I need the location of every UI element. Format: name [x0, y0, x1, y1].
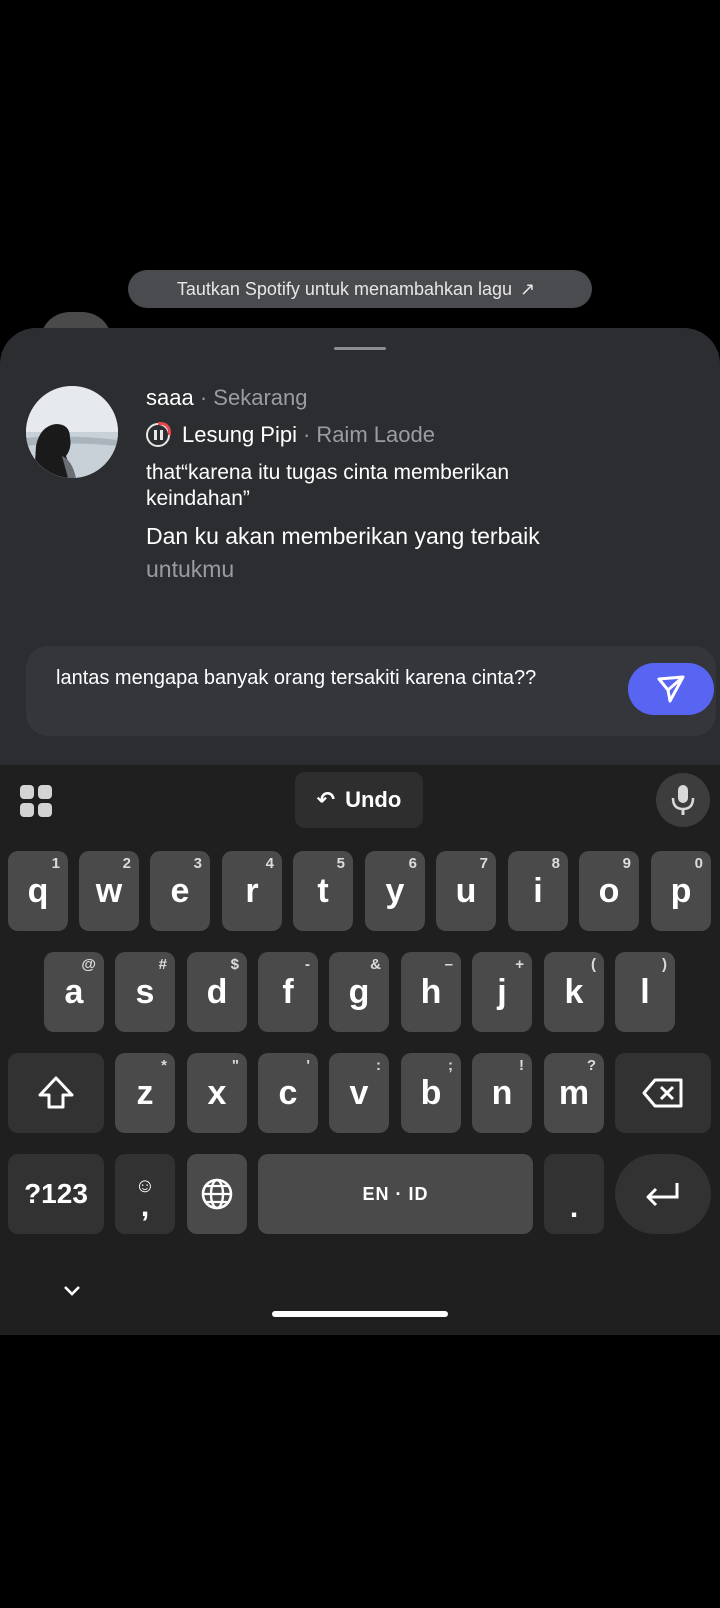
chevron-down-icon[interactable]: [62, 1284, 82, 1298]
link-spotify-label: Tautkan Spotify untuk menambahkan lagu: [176, 278, 513, 299]
sheet-drag-handle[interactable]: [334, 347, 386, 350]
lyric-next-line: untukmu: [146, 556, 235, 582]
separator-dot: ·: [302, 422, 311, 447]
key-i[interactable]: i8: [508, 851, 568, 931]
post-header: saaa · Sekarang: [146, 385, 307, 411]
send-button[interactable]: [628, 663, 714, 715]
key-u[interactable]: u7: [436, 851, 496, 931]
post-message: that“karena itu tugas cinta memberikan k…: [146, 461, 510, 510]
key-a[interactable]: a @: [44, 952, 104, 1032]
home-indicator[interactable]: [272, 1311, 448, 1317]
send-icon: [657, 675, 685, 703]
key-l[interactable]: l): [615, 952, 675, 1032]
key-s[interactable]: s #: [115, 952, 175, 1032]
key-h[interactable]: h –: [401, 952, 461, 1032]
key-w[interactable]: w2: [79, 851, 139, 931]
separator-dot: ·: [199, 385, 208, 410]
reply-input-text[interactable]: lantas mengapa banyak orang tersakiti ka…: [56, 665, 596, 691]
enter-icon: [646, 1183, 679, 1207]
arrow-up-right-icon: ↗: [520, 278, 536, 299]
reply-input[interactable]: [26, 646, 716, 736]
lyric-active-line: Dan ku akan memberikan yang terbaik: [146, 523, 540, 549]
key-j[interactable]: j +: [472, 952, 532, 1032]
key-p[interactable]: p0: [651, 851, 711, 931]
microphone-button[interactable]: [656, 773, 710, 827]
avatar[interactable]: [26, 386, 118, 478]
key-z[interactable]: z *: [115, 1053, 175, 1133]
key-d[interactable]: d $: [187, 952, 247, 1032]
shift-icon: [38, 1076, 74, 1109]
apps-grid-icon[interactable]: [20, 785, 54, 819]
backspace-icon: [642, 1078, 683, 1108]
emoji-comma-key[interactable]: ☺ ,: [115, 1154, 175, 1234]
link-spotify-button[interactable]: Tautkan Spotify untuk menambahkan lagu ↗: [128, 270, 592, 308]
key-x[interactable]: x ": [187, 1053, 247, 1133]
key-v[interactable]: v:: [329, 1053, 389, 1133]
key-r[interactable]: r4: [222, 851, 282, 931]
language-key[interactable]: [187, 1154, 247, 1234]
song-artist: Raim Laode: [316, 422, 435, 447]
key-m[interactable]: m?: [544, 1053, 604, 1133]
key-n[interactable]: n!: [472, 1053, 532, 1133]
key-k[interactable]: k(: [544, 952, 604, 1032]
key-g[interactable]: g &: [329, 952, 389, 1032]
undo-button[interactable]: ↶ Undo: [295, 772, 423, 828]
backspace-key[interactable]: [615, 1053, 711, 1133]
pause-icon[interactable]: [146, 422, 171, 447]
key-q[interactable]: q1: [8, 851, 68, 931]
username[interactable]: saaa: [146, 385, 194, 410]
period-key[interactable]: .: [544, 1154, 604, 1234]
microphone-icon: [671, 785, 695, 815]
song-row[interactable]: Lesung Pipi · Raim Laode: [146, 422, 435, 448]
post-time: Sekarang: [213, 385, 308, 410]
undo-icon: ↶: [316, 787, 336, 812]
space-key[interactable]: EN · ID: [258, 1154, 533, 1234]
symbols-key[interactable]: ?123: [8, 1154, 104, 1234]
key-e[interactable]: e3: [150, 851, 210, 931]
undo-label: Undo: [345, 787, 402, 812]
globe-icon: [201, 1178, 233, 1210]
enter-key[interactable]: [615, 1154, 711, 1234]
key-f[interactable]: f-: [258, 952, 318, 1032]
song-title: Lesung Pipi: [182, 422, 297, 447]
key-y[interactable]: y6: [365, 851, 425, 931]
key-t[interactable]: t5: [293, 851, 353, 931]
shift-key[interactable]: [8, 1053, 104, 1133]
key-o[interactable]: o9: [579, 851, 639, 931]
key-c[interactable]: c ': [258, 1053, 318, 1133]
key-b[interactable]: b;: [401, 1053, 461, 1133]
